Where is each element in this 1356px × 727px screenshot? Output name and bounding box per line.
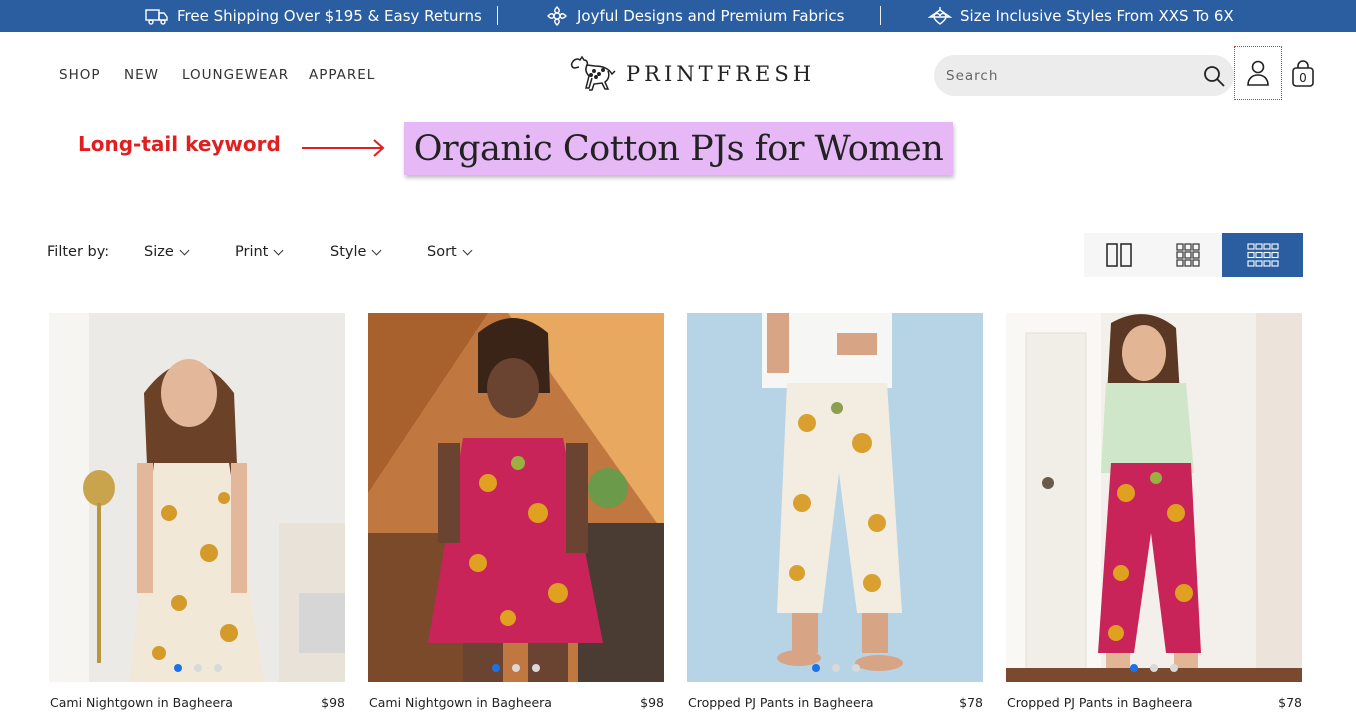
product-price: $98: [321, 695, 345, 710]
site-logo[interactable]: PRINTFRESH: [568, 52, 828, 96]
product-price: $78: [1278, 695, 1302, 710]
nav-apparel[interactable]: APPAREL: [309, 67, 375, 83]
page-title-highlight: Organic Cotton PJs for Women: [404, 122, 953, 175]
product-image[interactable]: [1006, 313, 1302, 682]
divider: [880, 6, 881, 25]
truck-icon: [145, 9, 168, 25]
nav-loungewear[interactable]: LOUNGEWEAR: [182, 67, 289, 83]
product-price: $78: [959, 695, 983, 710]
grid-view-toggle: [1084, 233, 1303, 277]
pagination-dot[interactable]: [194, 664, 202, 672]
cart-count: 0: [1299, 71, 1307, 85]
product-name[interactable]: Cropped PJ Pants in Bagheera: [1007, 695, 1193, 710]
nav-new[interactable]: NEW: [124, 67, 159, 83]
pagination-dot[interactable]: [832, 664, 840, 672]
chevron-down-icon: [462, 245, 473, 255]
announcement-text: Free Shipping Over $195 & Easy Returns: [177, 7, 482, 25]
pagination-dot[interactable]: [812, 664, 820, 672]
four-column-icon: [1246, 243, 1279, 267]
announcement-bar: Free Shipping Over $195 & Easy Returns J…: [0, 0, 1356, 32]
product-name[interactable]: Cami Nightgown in Bagheera: [369, 695, 552, 710]
two-column-icon: [1106, 243, 1132, 267]
product-image[interactable]: [49, 313, 345, 682]
leopard-logo-icon: [570, 55, 616, 91]
product-price: $98: [640, 695, 664, 710]
product-card[interactable]: Cropped PJ Pants in Bagheera $78: [1006, 313, 1302, 710]
filter-print[interactable]: Print: [235, 244, 284, 260]
nav-shop[interactable]: SHOP: [59, 67, 101, 83]
product-card[interactable]: Cropped PJ Pants in Bagheera $78: [687, 313, 983, 710]
pagination-dot[interactable]: [512, 664, 520, 672]
user-icon: [1247, 60, 1269, 86]
image-pagination: [1130, 664, 1178, 672]
filter-label: Filter by:: [47, 244, 110, 260]
image-pagination: [174, 664, 222, 672]
announcement-text: Joyful Designs and Premium Fabrics: [577, 7, 845, 25]
page-title: Organic Cotton PJs for Women: [413, 128, 944, 169]
pagination-dot[interactable]: [492, 664, 500, 672]
divider: [497, 6, 498, 25]
search-bar[interactable]: [934, 55, 1234, 96]
pagination-dot[interactable]: [214, 664, 222, 672]
heart-hanger-icon: [928, 7, 952, 25]
product-card[interactable]: Cami Nightgown in Bagheera $98: [49, 313, 345, 710]
product-name[interactable]: Cropped PJ Pants in Bagheera: [688, 695, 874, 710]
product-image[interactable]: [368, 313, 664, 682]
product-name[interactable]: Cami Nightgown in Bagheera: [50, 695, 233, 710]
three-column-icon: [1176, 243, 1200, 267]
image-pagination: [492, 664, 540, 672]
pagination-dot[interactable]: [1150, 664, 1158, 672]
announcement-text: Size Inclusive Styles From XXS To 6X: [960, 7, 1234, 25]
chevron-down-icon: [179, 245, 190, 255]
announcement-shipping: Free Shipping Over $195 & Easy Returns: [145, 0, 482, 32]
announcement-sizes: Size Inclusive Styles From XXS To 6X: [928, 0, 1234, 32]
pagination-dot[interactable]: [1130, 664, 1138, 672]
arrow-right-icon: [302, 139, 385, 157]
account-button[interactable]: [1234, 46, 1282, 100]
filter-sort[interactable]: Sort: [427, 244, 473, 260]
pagination-dot[interactable]: [852, 664, 860, 672]
product-image[interactable]: [687, 313, 983, 682]
chevron-down-icon: [273, 245, 284, 255]
chevron-down-icon: [371, 245, 382, 255]
view-two-column-button[interactable]: [1084, 233, 1154, 277]
view-three-column-button[interactable]: [1154, 233, 1222, 277]
view-four-column-button[interactable]: [1222, 233, 1303, 277]
filter-style[interactable]: Style: [330, 244, 382, 260]
pagination-dot[interactable]: [174, 664, 182, 672]
filter-print-label: Print: [235, 244, 269, 260]
pagination-dot[interactable]: [532, 664, 540, 672]
flower-icon: [547, 6, 567, 26]
filter-size[interactable]: Size: [144, 244, 190, 260]
search-input[interactable]: [946, 67, 1186, 84]
image-pagination: [812, 664, 860, 672]
announcement-designs: Joyful Designs and Premium Fabrics: [545, 0, 844, 32]
cart-button[interactable]: 0: [1290, 60, 1316, 88]
search-icon[interactable]: [1202, 64, 1226, 88]
filter-style-label: Style: [330, 244, 367, 260]
logo-wordmark: PRINTFRESH: [626, 62, 816, 86]
filter-sort-label: Sort: [427, 244, 457, 260]
filter-size-label: Size: [144, 244, 174, 260]
annotation-label: Long-tail keyword: [78, 132, 281, 156]
product-card[interactable]: Cami Nightgown in Bagheera $98: [368, 313, 664, 710]
pagination-dot[interactable]: [1170, 664, 1178, 672]
